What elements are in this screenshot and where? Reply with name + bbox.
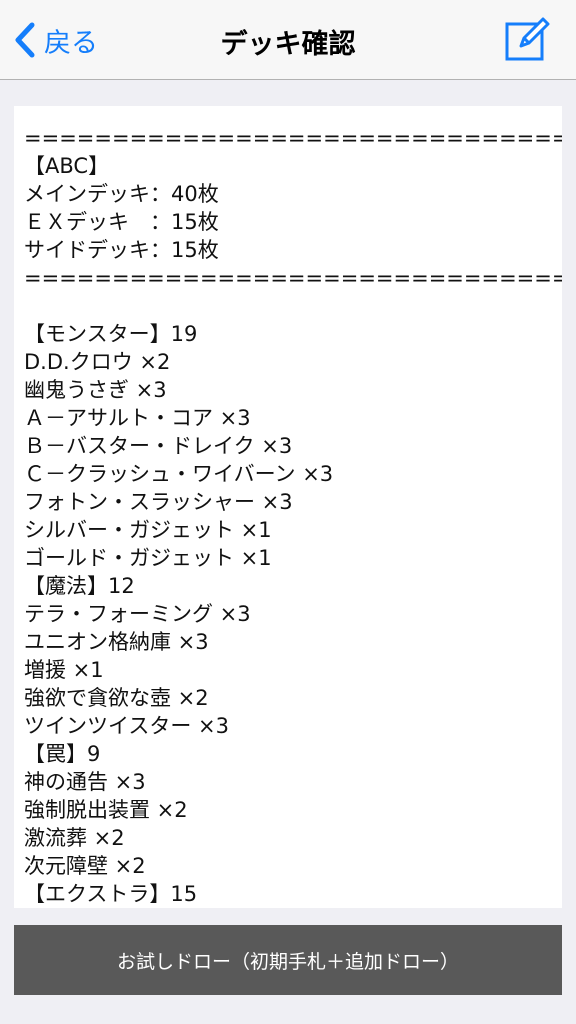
deck-line: 次元障壁 ×2 <box>24 854 146 878</box>
deck-line: サイドデッキ：15枚 <box>24 238 219 262</box>
deck-line: ツインツイスター ×3 <box>24 714 230 738</box>
edit-button[interactable] <box>504 16 550 62</box>
deck-line: 激流葬 ×2 <box>24 826 125 850</box>
deck-line: 強欲で貪欲な壺 ×2 <box>24 686 209 710</box>
deck-line: メインデッキ：40枚 <box>24 182 219 206</box>
deck-line: Ｃ－クラッシュ・ワイバーン ×3 <box>24 462 334 486</box>
navigation-bar: 戻る デッキ確認 <box>0 0 576 80</box>
deck-line: フォトン・スラッシャー ×3 <box>24 490 293 514</box>
deck-line: テラ・フォーミング ×3 <box>24 602 251 626</box>
test-draw-button[interactable]: お試しドロー（初期手札＋追加ドロー） <box>14 925 562 995</box>
deck-line: 【モンスター】19 <box>24 322 198 346</box>
deck-line: 【罠】9 <box>24 742 101 766</box>
deck-line <box>24 292 562 320</box>
deck-line: 【魔法】12 <box>24 574 135 598</box>
deck-line: 【ABC】 <box>24 154 110 178</box>
deck-line: ユニオン格納庫 ×3 <box>24 630 209 654</box>
deck-line: 【エクストラ】15 <box>24 882 198 906</box>
deck-line: ＥＸデッキ ：15枚 <box>24 210 219 234</box>
deck-line: 強制脱出装置 ×2 <box>24 798 188 822</box>
deck-line: Ｂ－バスター・ドレイク ×3 <box>24 434 293 458</box>
page-title: デッキ確認 <box>220 29 356 60</box>
deck-list-text: ================================= 【ABC】メイ… <box>14 106 562 908</box>
deck-line: ================================= <box>24 126 562 150</box>
deck-list-textview[interactable]: ================================= 【ABC】メイ… <box>14 106 562 908</box>
deck-line: 幽鬼うさぎ ×3 <box>24 378 167 402</box>
deck-line: 増援 ×1 <box>24 658 104 682</box>
deck-line: 神の通告 ×3 <box>24 770 146 794</box>
deck-line: ================================= <box>24 266 562 290</box>
deck-line: Ａ－アサルト・コア ×3 <box>24 406 251 430</box>
compose-icon <box>505 17 550 61</box>
deck-line: シルバー・ガジェット ×1 <box>24 518 272 542</box>
deck-line: D.D.クロウ ×2 <box>24 350 171 374</box>
deck-line: ゴールド・ガジェット ×1 <box>24 546 272 570</box>
